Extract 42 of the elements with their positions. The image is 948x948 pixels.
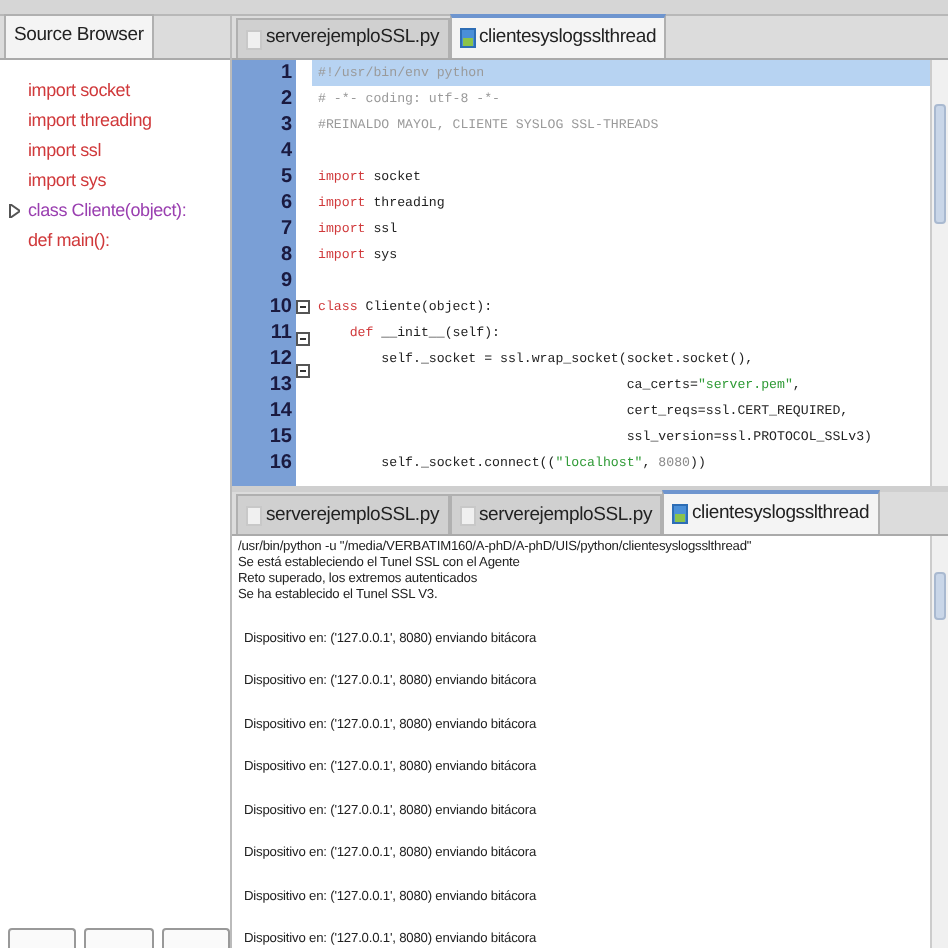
line-number: 11 [268,320,294,346]
symbol-item[interactable]: import socket [0,76,230,106]
editor-tab[interactable]: serverejemploSSL.py [236,18,449,58]
panel-button[interactable] [8,928,77,948]
editor-tab[interactable]: serverejemploSSL.py [236,494,449,535]
panel-tab[interactable]: Source Browser [4,14,154,58]
editor-tab[interactable]: serverejemploSSL.py [449,494,662,535]
line-number: 13 [267,372,294,398]
line-number: 9 [278,268,294,294]
scrollbar[interactable] [930,536,948,948]
line-number: 6 [278,190,294,216]
line-number: 7 [278,216,294,242]
editor-tab[interactable]: clientesyslogsslthread [662,490,880,535]
file-icon [246,505,262,526]
panel-button[interactable] [84,928,154,948]
expand-icon[interactable] [8,204,20,218]
symbol-item[interactable]: import sys [0,166,230,196]
line-number: 10 [267,294,294,320]
line-number: 1 [278,60,294,86]
line-number: 5 [278,164,294,190]
file-icon [459,28,475,48]
panel-button[interactable] [161,928,230,948]
line-number: 4 [278,138,294,164]
line-number: 12 [267,346,294,372]
symbol-item[interactable]: class Cliente(object): [0,196,230,226]
symbol-item[interactable]: import threading [0,106,230,136]
symbol-item[interactable]: import ssl [0,136,230,166]
line-number: 3 [278,112,294,138]
line-number: 15 [267,424,294,450]
line-number: 8 [278,242,294,268]
scrollbar[interactable] [930,60,948,485]
line-number: 14 [267,398,294,424]
fold-icon[interactable] [296,300,310,314]
file-icon [672,504,688,525]
file-icon [246,29,262,49]
line-number: 2 [278,86,294,112]
file-icon [459,505,475,526]
line-number: 16 [267,450,294,476]
editor-tab[interactable]: clientesyslogsslthread [449,14,667,58]
fold-icon[interactable] [296,364,310,378]
symbol-item[interactable]: def main(): [0,226,230,256]
fold-icon[interactable] [296,332,310,346]
